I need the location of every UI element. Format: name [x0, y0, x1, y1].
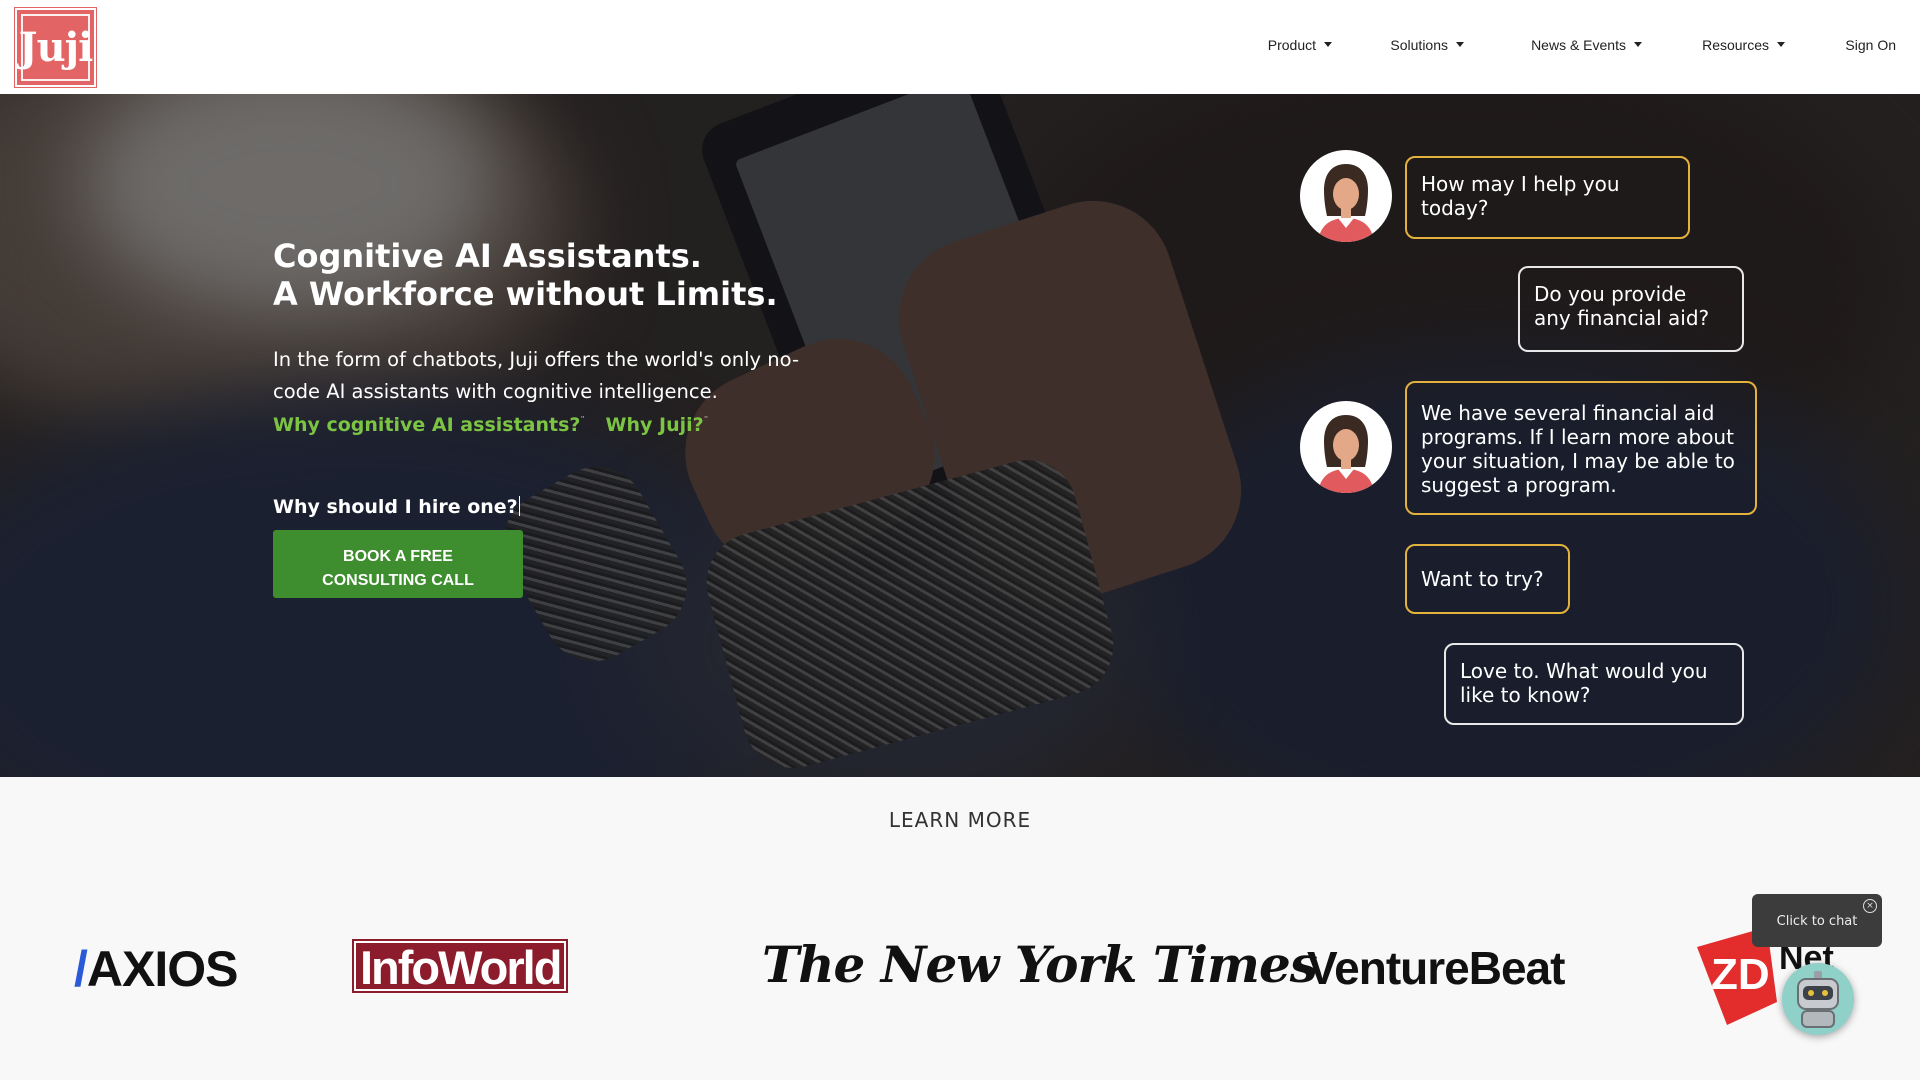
- hero-links: Why cognitive AI assistants?¨ Why Juji?¨: [273, 414, 722, 436]
- assistant-avatar: [1300, 150, 1392, 242]
- nav-solutions[interactable]: Solutions: [1390, 37, 1464, 53]
- caret-down-icon: [1324, 42, 1332, 47]
- nav-sign-on[interactable]: Sign On: [1845, 37, 1896, 53]
- book-consulting-call-button[interactable]: BOOK A FREE CONSULTING CALL: [273, 530, 523, 598]
- chat-tooltip-text: Click to chat: [1776, 914, 1858, 929]
- hero-subtitle: In the form of chatbots, Juji offers the…: [273, 348, 799, 403]
- nav-label: Solutions: [1390, 37, 1448, 53]
- caret-down-icon: [1634, 42, 1642, 47]
- cta-line1: BOOK A FREE: [343, 548, 453, 565]
- close-icon[interactable]: ×: [1863, 899, 1877, 913]
- venturebeat-wordmark: VentureBeat: [1307, 942, 1565, 994]
- hero-section: Cognitive AI Assistants. A Workforce wit…: [0, 94, 1920, 777]
- caret-down-icon: [1777, 42, 1785, 47]
- hero-title-line1: Cognitive AI Assistants.: [273, 237, 702, 275]
- logo-frame: Juji: [18, 14, 94, 81]
- nav-product[interactable]: Product: [1268, 37, 1332, 53]
- chat-bubble-user: Do you provide any financial aid?: [1518, 266, 1744, 352]
- svg-text:ZD: ZD: [1711, 950, 1770, 999]
- nav-label: Product: [1267, 37, 1316, 53]
- link-text: Why Juji?: [605, 414, 704, 436]
- hero-title: Cognitive AI Assistants. A Workforce wit…: [273, 237, 778, 313]
- assistant-avatar: [1300, 401, 1392, 493]
- juji-logo[interactable]: Juji: [14, 7, 97, 88]
- nav-resources[interactable]: Resources: [1702, 37, 1785, 53]
- page: Juji Product Solutions News & Events Res…: [0, 0, 1920, 1080]
- axios-wordmark: AXIOS: [86, 941, 239, 997]
- chat-bubble-user: Love to. What would you like to know?: [1444, 643, 1744, 725]
- hire-question: Why should I hire one?: [273, 496, 518, 518]
- site-header: Juji Product Solutions News & Events Res…: [0, 0, 1920, 94]
- caret-down-icon: [1456, 42, 1464, 47]
- infoworld-logo[interactable]: InfoWorld: [351, 939, 569, 993]
- nav-label: News & Events: [1531, 37, 1626, 53]
- link-mark: ¨: [580, 416, 585, 427]
- link-mark: ¨: [703, 416, 709, 427]
- why-cognitive-link[interactable]: Why cognitive AI assistants?¨: [273, 414, 585, 436]
- nyt-logo[interactable]: The New York Times: [762, 935, 1318, 994]
- axios-logo[interactable]: /AXIOS: [74, 940, 238, 998]
- hero-title-line2: A Workforce without Limits.: [273, 275, 778, 313]
- nav-news-events[interactable]: News & Events: [1531, 37, 1642, 53]
- chat-tooltip[interactable]: Click to chat ×: [1752, 894, 1882, 947]
- chat-bubble-bot: We have several financial aid programs. …: [1405, 381, 1757, 515]
- learn-more-title: LEARN MORE: [888, 808, 1032, 832]
- nav-label: Resources: [1702, 37, 1769, 53]
- cta-line2: CONSULTING CALL: [322, 572, 474, 589]
- nav-label: Sign On: [1845, 37, 1896, 53]
- robot-icon[interactable]: [1782, 963, 1854, 1035]
- why-juji-link[interactable]: Why Juji?¨: [606, 414, 709, 436]
- learn-more-section: LEARN MORE /AXIOS InfoWorld The New York…: [0, 777, 1920, 1080]
- axios-mark: /: [74, 941, 88, 997]
- chat-bubble-bot: Want to try?: [1405, 544, 1570, 614]
- chat-bubble-bot: How may I help you today?: [1405, 156, 1690, 239]
- venturebeat-logo[interactable]: VentureBeat: [1307, 941, 1565, 995]
- link-text: Why cognitive AI assistants?: [273, 414, 581, 436]
- logo-text: Juji: [18, 24, 94, 71]
